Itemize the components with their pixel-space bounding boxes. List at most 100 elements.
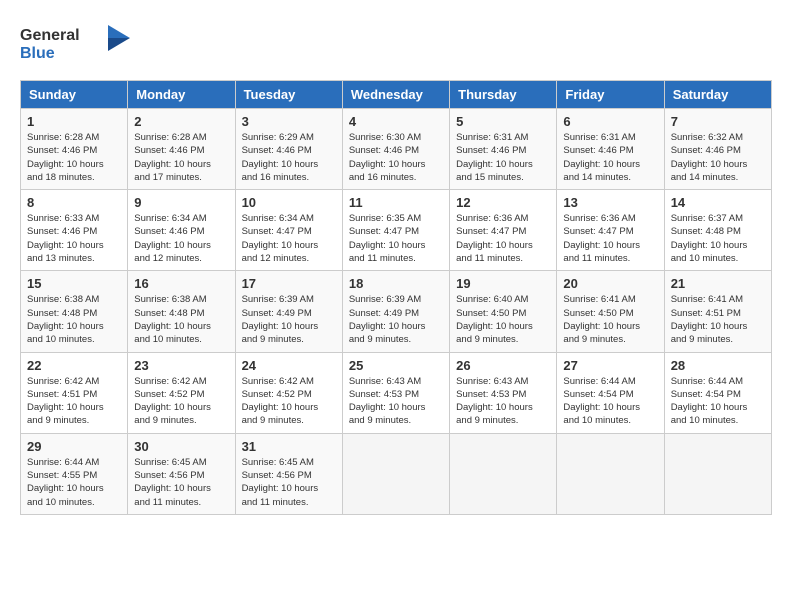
cell-info: Sunrise: 6:37 AMSunset: 4:48 PMDaylight:… xyxy=(671,213,748,264)
cell-info: Sunrise: 6:42 AMSunset: 4:52 PMDaylight:… xyxy=(134,376,211,427)
cell-info: Sunrise: 6:28 AMSunset: 4:46 PMDaylight:… xyxy=(134,132,211,183)
cell-info: Sunrise: 6:44 AMSunset: 4:54 PMDaylight:… xyxy=(671,376,748,427)
cell-info: Sunrise: 6:34 AMSunset: 4:46 PMDaylight:… xyxy=(134,213,211,264)
cell-info: Sunrise: 6:40 AMSunset: 4:50 PMDaylight:… xyxy=(456,294,533,345)
calendar-cell: 31 Sunrise: 6:45 AMSunset: 4:56 PMDaylig… xyxy=(235,433,342,514)
day-number: 29 xyxy=(27,439,121,454)
cell-info: Sunrise: 6:34 AMSunset: 4:47 PMDaylight:… xyxy=(242,213,319,264)
cell-info: Sunrise: 6:45 AMSunset: 4:56 PMDaylight:… xyxy=(242,457,319,508)
calendar-cell: 4 Sunrise: 6:30 AMSunset: 4:46 PMDayligh… xyxy=(342,109,449,190)
day-number: 30 xyxy=(134,439,228,454)
calendar-cell: 19 Sunrise: 6:40 AMSunset: 4:50 PMDaylig… xyxy=(450,271,557,352)
cell-info: Sunrise: 6:44 AMSunset: 4:55 PMDaylight:… xyxy=(27,457,104,508)
calendar-cell xyxy=(557,433,664,514)
day-number: 26 xyxy=(456,358,550,373)
calendar-cell: 5 Sunrise: 6:31 AMSunset: 4:46 PMDayligh… xyxy=(450,109,557,190)
header-day-wednesday: Wednesday xyxy=(342,81,449,109)
cell-info: Sunrise: 6:29 AMSunset: 4:46 PMDaylight:… xyxy=(242,132,319,183)
day-number: 1 xyxy=(27,114,121,129)
header-day-saturday: Saturday xyxy=(664,81,771,109)
calendar-week-row: 22 Sunrise: 6:42 AMSunset: 4:51 PMDaylig… xyxy=(21,352,772,433)
calendar-cell: 2 Sunrise: 6:28 AMSunset: 4:46 PMDayligh… xyxy=(128,109,235,190)
calendar-cell xyxy=(664,433,771,514)
day-number: 4 xyxy=(349,114,443,129)
page-header: General Blue xyxy=(20,20,772,70)
day-number: 14 xyxy=(671,195,765,210)
header-day-thursday: Thursday xyxy=(450,81,557,109)
cell-info: Sunrise: 6:41 AMSunset: 4:51 PMDaylight:… xyxy=(671,294,748,345)
day-number: 21 xyxy=(671,276,765,291)
cell-info: Sunrise: 6:42 AMSunset: 4:52 PMDaylight:… xyxy=(242,376,319,427)
calendar-cell: 20 Sunrise: 6:41 AMSunset: 4:50 PMDaylig… xyxy=(557,271,664,352)
cell-info: Sunrise: 6:30 AMSunset: 4:46 PMDaylight:… xyxy=(349,132,426,183)
calendar-cell: 28 Sunrise: 6:44 AMSunset: 4:54 PMDaylig… xyxy=(664,352,771,433)
calendar-cell: 12 Sunrise: 6:36 AMSunset: 4:47 PMDaylig… xyxy=(450,190,557,271)
calendar-cell: 15 Sunrise: 6:38 AMSunset: 4:48 PMDaylig… xyxy=(21,271,128,352)
day-number: 6 xyxy=(563,114,657,129)
cell-info: Sunrise: 6:41 AMSunset: 4:50 PMDaylight:… xyxy=(563,294,640,345)
calendar-week-row: 8 Sunrise: 6:33 AMSunset: 4:46 PMDayligh… xyxy=(21,190,772,271)
calendar-cell: 23 Sunrise: 6:42 AMSunset: 4:52 PMDaylig… xyxy=(128,352,235,433)
header-day-tuesday: Tuesday xyxy=(235,81,342,109)
day-number: 23 xyxy=(134,358,228,373)
calendar-cell: 11 Sunrise: 6:35 AMSunset: 4:47 PMDaylig… xyxy=(342,190,449,271)
cell-info: Sunrise: 6:38 AMSunset: 4:48 PMDaylight:… xyxy=(134,294,211,345)
calendar-cell: 1 Sunrise: 6:28 AMSunset: 4:46 PMDayligh… xyxy=(21,109,128,190)
day-number: 3 xyxy=(242,114,336,129)
calendar-cell: 16 Sunrise: 6:38 AMSunset: 4:48 PMDaylig… xyxy=(128,271,235,352)
cell-info: Sunrise: 6:28 AMSunset: 4:46 PMDaylight:… xyxy=(27,132,104,183)
cell-info: Sunrise: 6:36 AMSunset: 4:47 PMDaylight:… xyxy=(456,213,533,264)
day-number: 15 xyxy=(27,276,121,291)
day-number: 24 xyxy=(242,358,336,373)
cell-info: Sunrise: 6:31 AMSunset: 4:46 PMDaylight:… xyxy=(456,132,533,183)
cell-info: Sunrise: 6:43 AMSunset: 4:53 PMDaylight:… xyxy=(349,376,426,427)
calendar-cell: 10 Sunrise: 6:34 AMSunset: 4:47 PMDaylig… xyxy=(235,190,342,271)
calendar-cell: 17 Sunrise: 6:39 AMSunset: 4:49 PMDaylig… xyxy=(235,271,342,352)
cell-info: Sunrise: 6:32 AMSunset: 4:46 PMDaylight:… xyxy=(671,132,748,183)
day-number: 18 xyxy=(349,276,443,291)
logo: General Blue xyxy=(20,20,130,70)
cell-info: Sunrise: 6:31 AMSunset: 4:46 PMDaylight:… xyxy=(563,132,640,183)
day-number: 17 xyxy=(242,276,336,291)
calendar-week-row: 1 Sunrise: 6:28 AMSunset: 4:46 PMDayligh… xyxy=(21,109,772,190)
logo-text: General Blue xyxy=(20,20,130,70)
calendar-cell: 30 Sunrise: 6:45 AMSunset: 4:56 PMDaylig… xyxy=(128,433,235,514)
cell-info: Sunrise: 6:43 AMSunset: 4:53 PMDaylight:… xyxy=(456,376,533,427)
header-day-friday: Friday xyxy=(557,81,664,109)
svg-text:General: General xyxy=(20,27,80,44)
calendar-week-row: 29 Sunrise: 6:44 AMSunset: 4:55 PMDaylig… xyxy=(21,433,772,514)
day-number: 31 xyxy=(242,439,336,454)
day-number: 10 xyxy=(242,195,336,210)
day-number: 16 xyxy=(134,276,228,291)
day-number: 9 xyxy=(134,195,228,210)
cell-info: Sunrise: 6:35 AMSunset: 4:47 PMDaylight:… xyxy=(349,213,426,264)
cell-info: Sunrise: 6:42 AMSunset: 4:51 PMDaylight:… xyxy=(27,376,104,427)
day-number: 27 xyxy=(563,358,657,373)
day-number: 19 xyxy=(456,276,550,291)
calendar-cell: 7 Sunrise: 6:32 AMSunset: 4:46 PMDayligh… xyxy=(664,109,771,190)
day-number: 5 xyxy=(456,114,550,129)
day-number: 7 xyxy=(671,114,765,129)
cell-info: Sunrise: 6:39 AMSunset: 4:49 PMDaylight:… xyxy=(242,294,319,345)
cell-info: Sunrise: 6:36 AMSunset: 4:47 PMDaylight:… xyxy=(563,213,640,264)
day-number: 13 xyxy=(563,195,657,210)
calendar-header-row: SundayMondayTuesdayWednesdayThursdayFrid… xyxy=(21,81,772,109)
calendar-cell xyxy=(450,433,557,514)
day-number: 20 xyxy=(563,276,657,291)
cell-info: Sunrise: 6:44 AMSunset: 4:54 PMDaylight:… xyxy=(563,376,640,427)
calendar-cell: 14 Sunrise: 6:37 AMSunset: 4:48 PMDaylig… xyxy=(664,190,771,271)
day-number: 28 xyxy=(671,358,765,373)
calendar-cell xyxy=(342,433,449,514)
cell-info: Sunrise: 6:38 AMSunset: 4:48 PMDaylight:… xyxy=(27,294,104,345)
calendar-cell: 29 Sunrise: 6:44 AMSunset: 4:55 PMDaylig… xyxy=(21,433,128,514)
calendar-week-row: 15 Sunrise: 6:38 AMSunset: 4:48 PMDaylig… xyxy=(21,271,772,352)
calendar-cell: 24 Sunrise: 6:42 AMSunset: 4:52 PMDaylig… xyxy=(235,352,342,433)
day-number: 12 xyxy=(456,195,550,210)
calendar-cell: 6 Sunrise: 6:31 AMSunset: 4:46 PMDayligh… xyxy=(557,109,664,190)
calendar-cell: 26 Sunrise: 6:43 AMSunset: 4:53 PMDaylig… xyxy=(450,352,557,433)
day-number: 25 xyxy=(349,358,443,373)
day-number: 8 xyxy=(27,195,121,210)
svg-text:Blue: Blue xyxy=(20,45,55,62)
cell-info: Sunrise: 6:33 AMSunset: 4:46 PMDaylight:… xyxy=(27,213,104,264)
cell-info: Sunrise: 6:39 AMSunset: 4:49 PMDaylight:… xyxy=(349,294,426,345)
